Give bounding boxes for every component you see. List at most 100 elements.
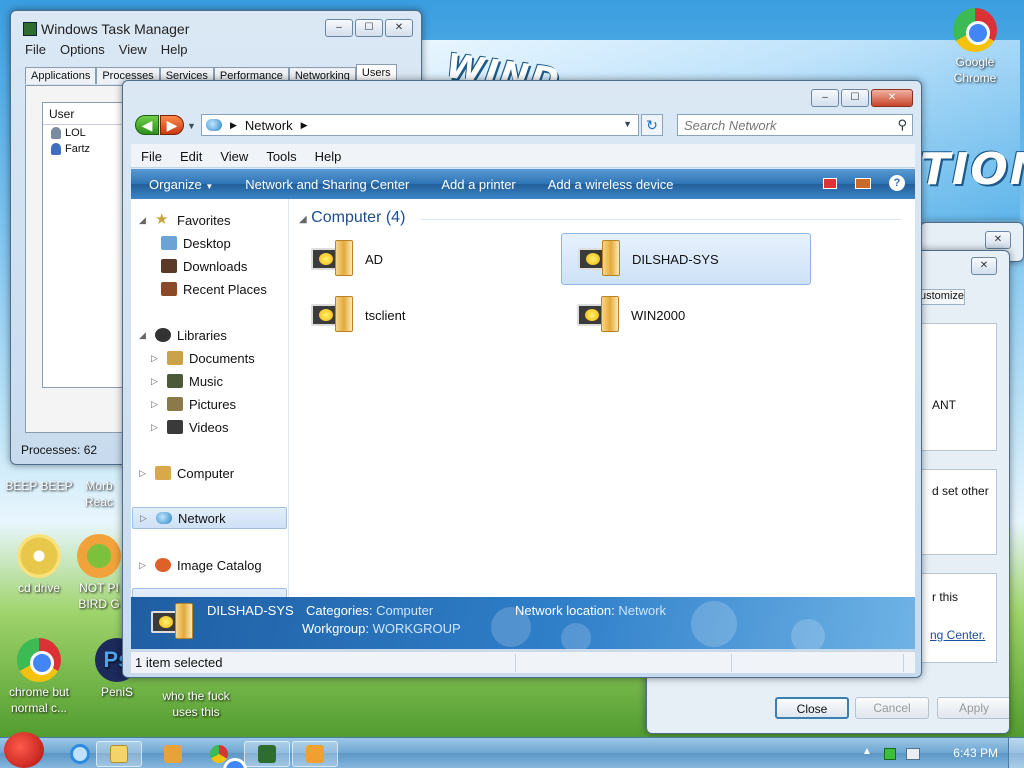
close-button[interactable]: ✕	[971, 257, 997, 275]
network-sharing-link[interactable]: ng Center.	[930, 628, 985, 642]
clock[interactable]: 6:43 PM	[953, 746, 998, 760]
desktop-icon-cd-drive[interactable]: cd drive	[0, 534, 78, 596]
computer-item-dilshad-sys[interactable]: DILSHAD-SYS	[561, 233, 811, 285]
cancel-button[interactable]: Cancel	[855, 697, 929, 719]
expand-icon[interactable]: ▷	[151, 422, 161, 433]
taskbar-task-manager[interactable]	[244, 741, 290, 767]
maximize-button[interactable]: ☐	[355, 19, 383, 37]
nav-recent-places[interactable]: Recent Places	[161, 278, 267, 300]
expand-icon[interactable]: ▷	[151, 399, 161, 410]
help-icon[interactable]: ?	[889, 175, 905, 191]
user-name: Fartz	[65, 143, 91, 155]
tab-customize[interactable]: ustomize	[919, 289, 965, 305]
desktop-icon-label: who the fuck uses this	[162, 689, 230, 719]
expand-icon[interactable]: ▷	[139, 468, 149, 479]
chevron-right-icon[interactable]: ▶	[230, 120, 237, 131]
preview-pane-icon[interactable]	[855, 177, 871, 189]
battery-icon[interactable]	[884, 748, 896, 760]
nav-network[interactable]: ▷ Network	[132, 507, 287, 529]
close-button[interactable]: ✕	[985, 231, 1011, 249]
search-input[interactable]: Search Network ⚲	[677, 114, 913, 136]
breadcrumb-network[interactable]: Network	[245, 118, 293, 133]
menu-tools[interactable]: Tools	[266, 149, 296, 164]
minimize-button[interactable]: –	[325, 19, 353, 37]
back-button[interactable]: ◀	[135, 115, 159, 135]
expand-icon[interactable]: ▷	[151, 376, 161, 387]
taskbar-media-player[interactable]	[150, 741, 196, 767]
expand-icon[interactable]: ◢	[139, 330, 149, 341]
address-bar[interactable]: ▶ Network ▶ ▼	[201, 114, 639, 136]
apply-button[interactable]: Apply	[937, 697, 1009, 719]
view-options-icon[interactable]	[823, 177, 837, 189]
maximize-button[interactable]: ☐	[841, 89, 869, 107]
expand-icon[interactable]: ▷	[140, 513, 150, 524]
nav-libraries[interactable]: ◢ Libraries	[139, 324, 227, 346]
taskbar-chrome[interactable]	[196, 741, 247, 768]
pictures-icon	[167, 397, 183, 411]
nav-pictures[interactable]: ▷ Pictures	[151, 393, 236, 415]
add-wireless-device-button[interactable]: Add a wireless device	[548, 177, 674, 192]
network-icon	[206, 119, 222, 131]
desktop-icon-beep-beep[interactable]: BEEP BEEP	[0, 478, 78, 494]
computer-item-win2000[interactable]: WIN2000	[561, 289, 811, 341]
menu-help[interactable]: Help	[315, 149, 342, 164]
taskbar-app[interactable]	[292, 741, 338, 767]
user-name: LOL	[65, 127, 86, 139]
collapse-icon[interactable]: ◢	[299, 214, 307, 225]
expand-icon[interactable]: ▷	[139, 560, 149, 571]
menu-options[interactable]: Options	[60, 42, 105, 57]
menu-view[interactable]: View	[119, 42, 147, 57]
nav-desktop[interactable]: Desktop	[161, 232, 231, 254]
close-dialog-button[interactable]: Close	[775, 697, 849, 719]
nav-downloads[interactable]: Downloads	[161, 255, 247, 277]
chevron-right-icon[interactable]: ▶	[301, 120, 308, 131]
show-hidden-icons[interactable]: ▲	[862, 746, 872, 757]
desktop-icon-bird-game[interactable]: NOT PI BIRD G	[74, 534, 124, 612]
nav-image-catalog[interactable]: ▷ Image Catalog	[139, 554, 262, 576]
close-button[interactable]: ✕	[871, 89, 913, 107]
group-header[interactable]: ◢ Computer (4)	[299, 209, 405, 227]
menu-edit[interactable]: Edit	[180, 149, 202, 164]
chevron-down-icon[interactable]: ▼	[623, 119, 632, 129]
search-icon[interactable]: ⚲	[897, 117, 907, 133]
desktop-icon-label: cd drive	[17, 581, 61, 595]
minimize-button[interactable]: –	[811, 89, 839, 107]
close-button[interactable]: ✕	[385, 19, 413, 37]
desktop-icon-chrome-normal[interactable]: chrome but normal c...	[0, 638, 78, 716]
nav-computer[interactable]: ▷ Computer	[139, 462, 234, 484]
menu-file[interactable]: File	[141, 149, 162, 164]
task-manager-icon	[23, 22, 37, 36]
desktop-icon-ie[interactable]: who the fuck uses this	[156, 688, 236, 720]
menu-view[interactable]: View	[220, 149, 248, 164]
internet-explorer-icon[interactable]	[70, 744, 90, 764]
desktop-icon-google-chrome[interactable]: Google Chrome	[936, 8, 1014, 86]
media-player-icon	[164, 745, 182, 763]
nav-videos[interactable]: ▷ Videos	[151, 416, 229, 438]
menu-file[interactable]: File	[25, 42, 46, 57]
network-icon	[156, 512, 172, 524]
refresh-button[interactable]: ↻	[641, 114, 663, 136]
computer-item-ad[interactable]: AD	[295, 233, 545, 285]
computer-item-tsclient[interactable]: tsclient	[295, 289, 545, 341]
add-printer-button[interactable]: Add a printer	[441, 177, 515, 192]
forward-button[interactable]: ▶	[160, 115, 184, 135]
expand-icon[interactable]: ◢	[139, 215, 149, 226]
organize-button[interactable]: Organize ▼	[149, 177, 213, 192]
taskbar-explorer[interactable]	[96, 741, 142, 767]
nav-music[interactable]: ▷ Music	[151, 370, 223, 392]
status-separator	[903, 654, 904, 672]
expand-icon[interactable]: ▷	[151, 353, 161, 364]
show-desktop-button[interactable]	[1008, 738, 1024, 768]
network-tray-icon[interactable]	[906, 748, 920, 760]
desktop-icon-morb-reac[interactable]: Morb Reac	[74, 478, 124, 510]
start-button[interactable]	[4, 732, 44, 768]
nav-documents[interactable]: ▷ Documents	[151, 347, 255, 369]
menu-help[interactable]: Help	[161, 42, 188, 57]
nav-favorites[interactable]: ◢ ★ Favorites	[139, 209, 230, 231]
tab-applications[interactable]: Applications	[25, 67, 97, 84]
network-sharing-center-button[interactable]: Network and Sharing Center	[245, 177, 409, 192]
recent-pages-dropdown[interactable]: ▼	[187, 121, 196, 131]
caption-buttons: – ☐ ✕	[325, 19, 413, 37]
details-workgroup: Workgroup: WORKGROUP	[302, 621, 461, 636]
folder-icon	[110, 745, 128, 763]
